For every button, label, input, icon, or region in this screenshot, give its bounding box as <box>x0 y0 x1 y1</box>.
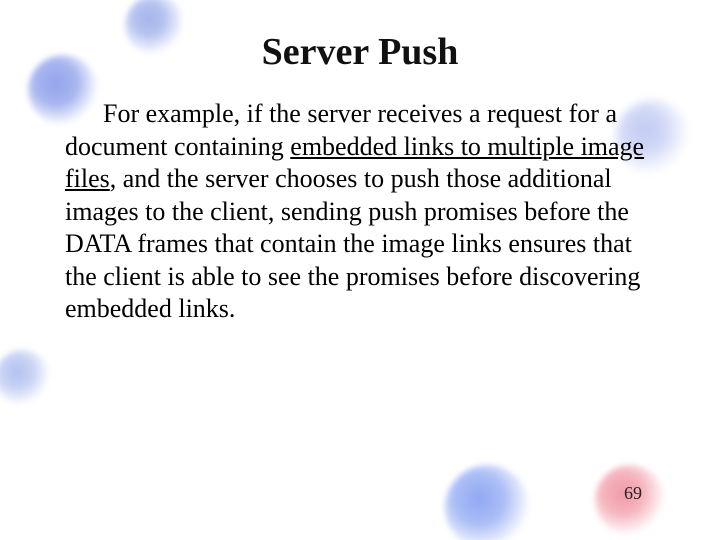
page-number: 69 <box>624 483 642 504</box>
slide: Server Push For example, if the server r… <box>0 0 720 540</box>
body-tail: , and the server chooses to push those a… <box>65 164 640 323</box>
decorative-blob <box>0 350 50 405</box>
decorative-blob <box>445 465 530 540</box>
slide-title: Server Push <box>0 30 720 74</box>
slide-body: For example, if the server receives a re… <box>65 98 665 326</box>
